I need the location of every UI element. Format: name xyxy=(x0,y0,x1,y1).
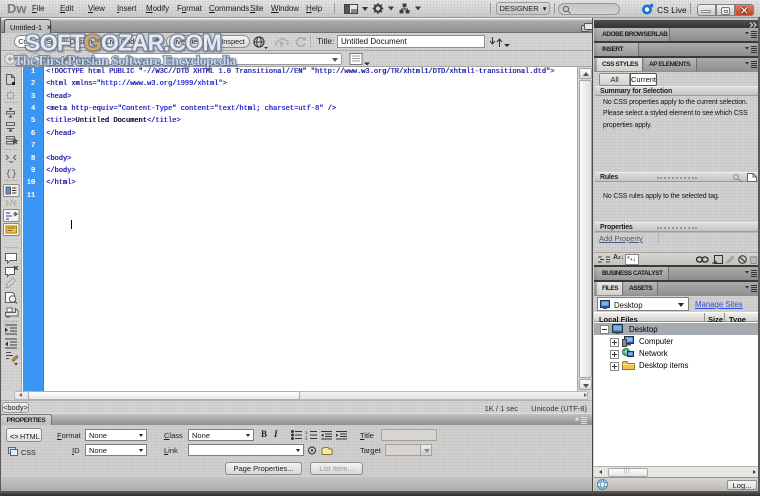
svg-text:SOFTGOZAR.COM: SOFTGOZAR.COM xyxy=(25,30,221,56)
svg-text:1: 1 xyxy=(305,430,308,435)
svg-text:{}: {} xyxy=(6,168,17,179)
svg-text:2: 2 xyxy=(305,436,308,441)
svg-text:The First Persian Software Enc: The First Persian Software Encyclopedia xyxy=(14,53,236,68)
